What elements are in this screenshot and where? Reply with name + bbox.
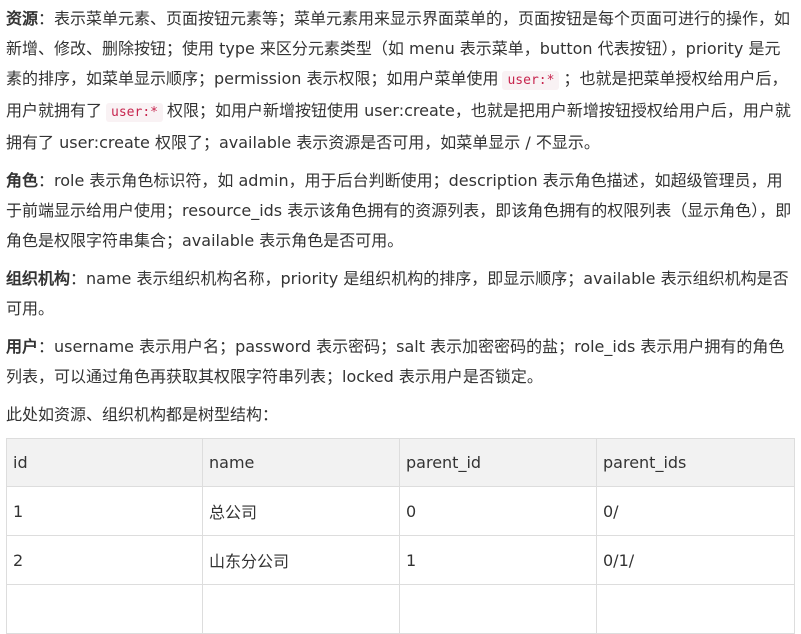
table-cell bbox=[6, 584, 203, 634]
column-header-parent-id: parent_id bbox=[399, 438, 597, 487]
paragraph-user: 用户：username 表示用户名；password 表示密码；salt 表示加… bbox=[6, 332, 795, 392]
table-cell: 0/1/ bbox=[596, 535, 795, 585]
term-role: 角色 bbox=[6, 171, 39, 190]
table-row bbox=[6, 584, 795, 634]
table-cell: 0 bbox=[399, 486, 597, 536]
table-cell: 1 bbox=[6, 486, 203, 536]
paragraph-text: ：name 表示组织机构名称，priority 是组织机构的排序，即显示顺序；a… bbox=[6, 269, 789, 318]
term-user: 用户 bbox=[6, 337, 39, 356]
paragraph-organization: 组织机构：name 表示组织机构名称，priority 是组织机构的排序，即显示… bbox=[6, 264, 795, 324]
column-header-parent-ids: parent_ids bbox=[596, 438, 795, 487]
article-body: 资源：表示菜单元素、页面按钮元素等；菜单元素用来显示界面菜单的，页面按钮是每个页… bbox=[0, 4, 801, 634]
table-cell bbox=[596, 584, 795, 634]
paragraph-tree-note: 此处如资源、组织机构都是树型结构： bbox=[6, 400, 795, 430]
table-cell: 山东分公司 bbox=[202, 535, 400, 585]
table-cell: 总公司 bbox=[202, 486, 400, 536]
paragraph-role: 角色：role 表示角色标识符，如 admin，用于后台判断使用；descrip… bbox=[6, 166, 795, 256]
paragraph-text: ：username 表示用户名；password 表示密码；salt 表示加密密… bbox=[6, 337, 785, 386]
paragraph-text: ：role 表示角色标识符，如 admin，用于后台判断使用；descripti… bbox=[6, 171, 792, 250]
column-header-name: name bbox=[202, 438, 400, 487]
column-header-id: id bbox=[6, 438, 203, 487]
table-header-row: id name parent_id parent_ids bbox=[6, 438, 795, 487]
inline-code: user:* bbox=[502, 71, 560, 90]
table-cell bbox=[202, 584, 400, 634]
org-tree-table: id name parent_id parent_ids 1 总公司 0 0/ … bbox=[6, 438, 795, 634]
term-organization: 组织机构 bbox=[6, 269, 71, 288]
table-cell: 0/ bbox=[596, 486, 795, 536]
table-cell bbox=[399, 584, 597, 634]
term-resource: 资源 bbox=[6, 9, 39, 28]
table-row: 1 总公司 0 0/ bbox=[6, 486, 795, 536]
paragraph-text: 此处如资源、组织机构都是树型结构： bbox=[6, 405, 279, 424]
paragraph-resource: 资源：表示菜单元素、页面按钮元素等；菜单元素用来显示界面菜单的，页面按钮是每个页… bbox=[6, 4, 795, 158]
table-row: 2 山东分公司 1 0/1/ bbox=[6, 535, 795, 585]
table-cell: 1 bbox=[399, 535, 597, 585]
table-cell: 2 bbox=[6, 535, 203, 585]
inline-code: user:* bbox=[106, 103, 163, 122]
